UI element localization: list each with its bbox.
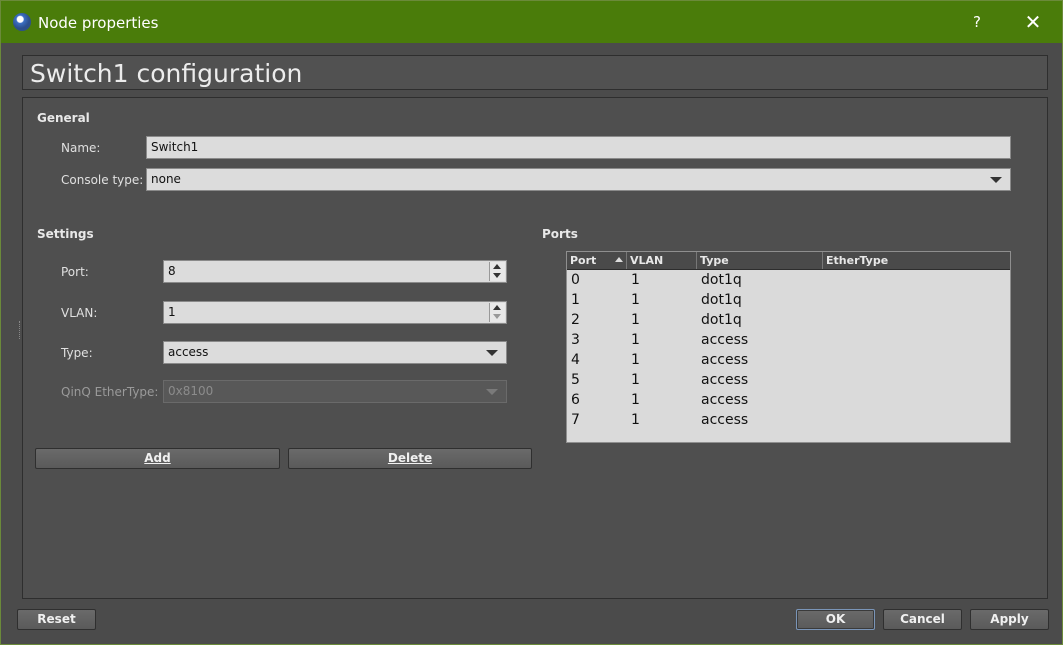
type-select[interactable]: access [163,341,507,364]
port-spinbox[interactable]: 8 [163,260,507,283]
ports-table-header: Port VLAN Type EtherType [567,252,1010,270]
port-spinner[interactable] [489,262,505,281]
vlan-label: VLAN: [61,306,98,320]
type-value: access [168,345,209,359]
table-cell: 1 [631,392,640,408]
column-header-vlan[interactable]: VLAN [627,252,697,269]
table-cell: 3 [571,332,580,348]
table-row[interactable]: 1 1 dot1q [567,290,1010,310]
table-cell: dot1q [701,312,742,328]
vlan-spinbox[interactable]: 1 [163,301,507,324]
ports-table[interactable]: Port VLAN Type EtherType 0 1 dot1q 1 1 dot1q 2… [566,251,1011,443]
table-cell: 1 [631,272,640,288]
table-row[interactable]: 7 1 access [567,410,1010,430]
table-cell: dot1q [701,272,742,288]
table-cell: access [701,392,749,408]
vlan-spinner[interactable] [489,303,505,322]
table-cell: 1 [631,372,640,388]
table-cell: access [701,332,749,348]
title-bar[interactable]: Node properties ? ✕ [1,1,1062,43]
console-type-label: Console type: [61,173,144,187]
table-cell: 1 [631,332,640,348]
name-label: Name: [61,141,101,155]
chevron-down-icon [990,177,1002,183]
chevron-down-icon [486,350,498,356]
table-row[interactable]: 0 1 dot1q [567,270,1010,290]
help-icon[interactable]: ? [963,9,991,35]
column-header-ethertype[interactable]: EtherType [823,252,1010,269]
qinq-ethertype-label: QinQ EtherType: [61,385,159,399]
table-cell: access [701,412,749,428]
qinq-ethertype-select: 0x8100 [163,380,507,403]
app-icon [13,13,31,31]
settings-group-title: Settings [37,227,94,241]
console-type-value: none [151,172,181,186]
port-label: Port: [61,265,89,279]
table-cell: 5 [571,372,580,388]
close-icon[interactable]: ✕ [1019,9,1047,35]
table-cell: 4 [571,352,580,368]
config-header: Switch1 configuration [22,55,1048,90]
table-cell: access [701,352,749,368]
table-cell: 1 [631,292,640,308]
column-header-type[interactable]: Type [697,252,823,269]
port-value: 8 [168,264,176,278]
table-cell: 1 [571,292,580,308]
apply-button[interactable]: Apply [970,609,1049,630]
table-row[interactable]: 2 1 dot1q [567,310,1010,330]
qinq-ethertype-value: 0x8100 [168,384,214,398]
spin-down-icon[interactable] [493,273,501,278]
splitter-handle[interactable] [19,321,22,339]
table-row[interactable]: 5 1 access [567,370,1010,390]
ok-button[interactable]: OK [796,609,875,630]
chevron-down-icon [486,389,498,395]
table-cell: access [701,372,749,388]
table-cell: 6 [571,392,580,408]
cancel-button[interactable]: Cancel [883,609,962,630]
page-title: Switch1 configuration [30,59,303,88]
window-title: Node properties [38,14,159,32]
table-cell: 1 [631,312,640,328]
spin-down-icon[interactable] [493,314,501,319]
table-cell: 1 [631,352,640,368]
vlan-value: 1 [168,305,176,319]
table-cell: 2 [571,312,580,328]
table-row[interactable]: 4 1 access [567,350,1010,370]
add-button[interactable]: Add [35,448,280,469]
table-row[interactable]: 6 1 access [567,390,1010,410]
table-cell: 1 [631,412,640,428]
spin-up-icon[interactable] [493,264,501,269]
name-input[interactable]: Switch1 [146,136,1011,159]
reset-button[interactable]: Reset [17,609,96,630]
node-properties-dialog: Node properties ? ✕ Switch1 configuratio… [0,0,1063,645]
table-row[interactable]: 3 1 access [567,330,1010,350]
spin-up-icon[interactable] [493,305,501,310]
general-group-title: General [37,111,90,125]
sort-ascending-icon [615,257,623,262]
table-cell: 0 [571,272,580,288]
table-cell: dot1q [701,292,742,308]
delete-button[interactable]: Delete [288,448,532,469]
ports-group-title: Ports [542,227,578,241]
table-cell: 7 [571,412,580,428]
console-type-select[interactable]: none [146,168,1011,191]
type-label: Type: [61,346,93,360]
